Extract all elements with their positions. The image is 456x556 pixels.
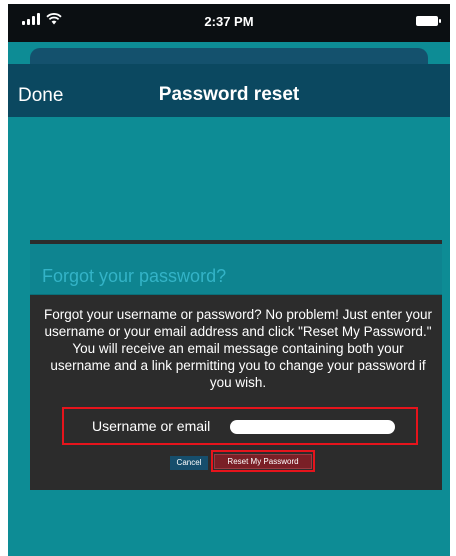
dialog-message: Forgot your username or password? No pro… [44,307,432,390]
username-field-label: Username or email [92,418,211,434]
cancel-button[interactable]: Cancel [170,456,208,470]
navbar: Done Password reset [8,64,450,117]
page-title: Password reset [158,84,300,105]
status-bar: 2:37 PM [8,4,450,42]
dialog-title: Forgot your password? [42,266,227,286]
battery-icon [416,16,441,26]
reset-password-button[interactable]: Reset My Password [214,454,312,469]
dialog-header: Forgot your password? [30,244,442,295]
username-email-input[interactable] [230,420,395,434]
status-time: 2:37 PM [204,14,254,29]
